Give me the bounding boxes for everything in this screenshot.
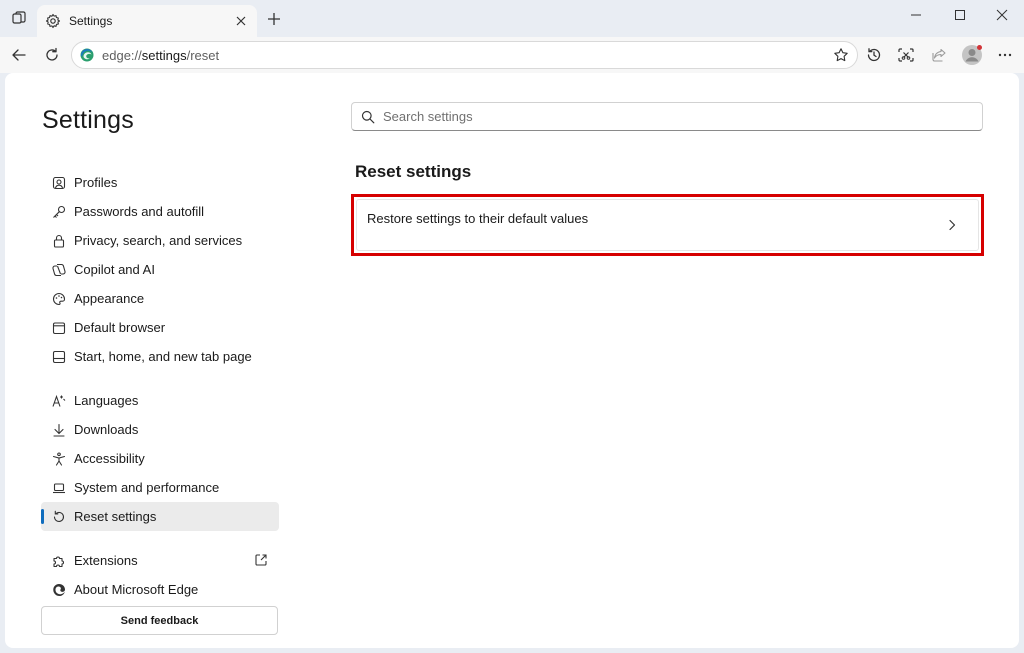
sidebar-divider (41, 531, 279, 546)
sidebar-item-label: Appearance (74, 291, 145, 306)
tab-title: Settings (69, 14, 113, 28)
new-tab-button[interactable] (262, 7, 286, 31)
sidebar-item-label: Reset settings (74, 509, 157, 524)
browser-toolbar: edge://settings/reset (0, 37, 1024, 73)
copilot-icon (51, 262, 67, 278)
screenshot-icon (898, 48, 914, 62)
download-icon (51, 422, 67, 438)
maximize-icon (955, 10, 965, 20)
key-icon (51, 204, 67, 220)
puzzle-icon (51, 553, 67, 569)
title-bar: Settings (0, 0, 1024, 37)
sidebar-item-label: About Microsoft Edge (74, 582, 199, 597)
profile-button[interactable] (959, 42, 985, 68)
sidebar-item-label: Downloads (74, 422, 139, 437)
tab-settings[interactable]: Settings (37, 5, 257, 37)
sidebar-item-languages[interactable]: Languages (41, 386, 279, 415)
browser-icon (51, 320, 67, 336)
history-icon (867, 48, 881, 62)
sidebar-item-copilot[interactable]: Copilot and AI (41, 255, 279, 284)
profile-icon (51, 175, 67, 191)
page-title: Settings (42, 106, 134, 134)
sidebar-item-label: System and performance (74, 480, 220, 495)
sidebar-item-start-home[interactable]: Start, home, and new tab page (41, 342, 279, 371)
send-feedback-button[interactable]: Send feedback (41, 606, 278, 635)
star-icon (834, 48, 848, 62)
home-tab-icon (51, 349, 67, 365)
sidebar-item-privacy[interactable]: Privacy, search, and services (41, 226, 279, 255)
refresh-icon (46, 47, 58, 61)
close-icon (236, 16, 246, 26)
sidebar-item-label: Privacy, search, and services (74, 233, 243, 248)
sidebar-item-label: Accessibility (74, 451, 145, 466)
edge-icon (51, 582, 67, 598)
sidebar-item-downloads[interactable]: Downloads (41, 415, 279, 444)
sidebar-item-accessibility[interactable]: Accessibility (41, 444, 279, 473)
sidebar-item-label: Extensions (74, 553, 138, 568)
back-button[interactable] (6, 42, 32, 68)
settings-page: Settings Profiles Passwords and autofill… (5, 73, 1019, 648)
sidebar-item-label: Copilot and AI (74, 262, 155, 277)
workspaces-icon (11, 10, 27, 26)
share-icon (932, 48, 946, 62)
sidebar-item-passwords[interactable]: Passwords and autofill (41, 197, 279, 226)
laptop-icon (51, 480, 67, 496)
sidebar-item-label: Passwords and autofill (74, 204, 205, 219)
section-title: Reset settings (355, 162, 472, 181)
edge-logo-icon (80, 48, 94, 62)
sidebar-item-label: Languages (74, 393, 139, 408)
sidebar-item-system[interactable]: System and performance (41, 473, 279, 502)
palette-icon (51, 291, 67, 307)
accessibility-icon (51, 451, 67, 467)
sidebar-divider (41, 371, 279, 386)
history-button[interactable] (861, 42, 887, 68)
restore-defaults-label: Restore settings to their default values (367, 211, 589, 226)
close-icon (996, 9, 1008, 21)
plus-icon (268, 13, 280, 25)
search-icon (361, 110, 375, 124)
url-text: edge://settings/reset (102, 47, 220, 63)
sidebar-item-reset[interactable]: Reset settings (41, 502, 279, 531)
close-window-button[interactable] (981, 0, 1023, 30)
address-bar[interactable]: edge://settings/reset (71, 41, 858, 69)
sidebar-item-label: Start, home, and new tab page (74, 349, 252, 364)
share-button[interactable] (926, 42, 952, 68)
gear-icon (45, 13, 61, 29)
reset-icon (51, 509, 67, 525)
more-menu-button[interactable] (992, 42, 1018, 68)
back-arrow-icon (12, 49, 26, 61)
screenshot-button[interactable] (893, 42, 919, 68)
lock-icon (51, 233, 67, 249)
avatar-icon (962, 45, 982, 65)
sidebar-item-appearance[interactable]: Appearance (41, 284, 279, 313)
minimize-button[interactable] (895, 0, 937, 30)
open-external-icon (253, 552, 269, 568)
restore-defaults-highlight: Restore settings to their default values (351, 194, 984, 256)
sidebar-item-extensions[interactable]: Extensions (41, 546, 279, 575)
tab-actions-button[interactable] (6, 6, 32, 30)
tab-close-button[interactable] (231, 11, 251, 31)
maximize-button[interactable] (939, 0, 981, 30)
sidebar-item-label: Profiles (74, 175, 118, 190)
chevron-right-icon (942, 215, 962, 235)
sidebar-item-default-browser[interactable]: Default browser (41, 313, 279, 342)
restore-defaults-row[interactable]: Restore settings to their default values (356, 199, 979, 251)
search-placeholder: Search settings (383, 109, 473, 124)
more-icon (998, 53, 1012, 57)
sidebar-item-profiles[interactable]: Profiles (41, 168, 279, 197)
search-input[interactable]: Search settings (351, 102, 983, 131)
sidebar-item-label: Default browser (74, 320, 166, 335)
settings-sidebar: Profiles Passwords and autofill Privacy,… (41, 168, 279, 604)
refresh-button[interactable] (39, 42, 65, 68)
minimize-icon (911, 14, 921, 16)
favorite-button[interactable] (829, 43, 853, 67)
language-icon (51, 393, 67, 409)
sidebar-item-about[interactable]: About Microsoft Edge (41, 575, 279, 604)
